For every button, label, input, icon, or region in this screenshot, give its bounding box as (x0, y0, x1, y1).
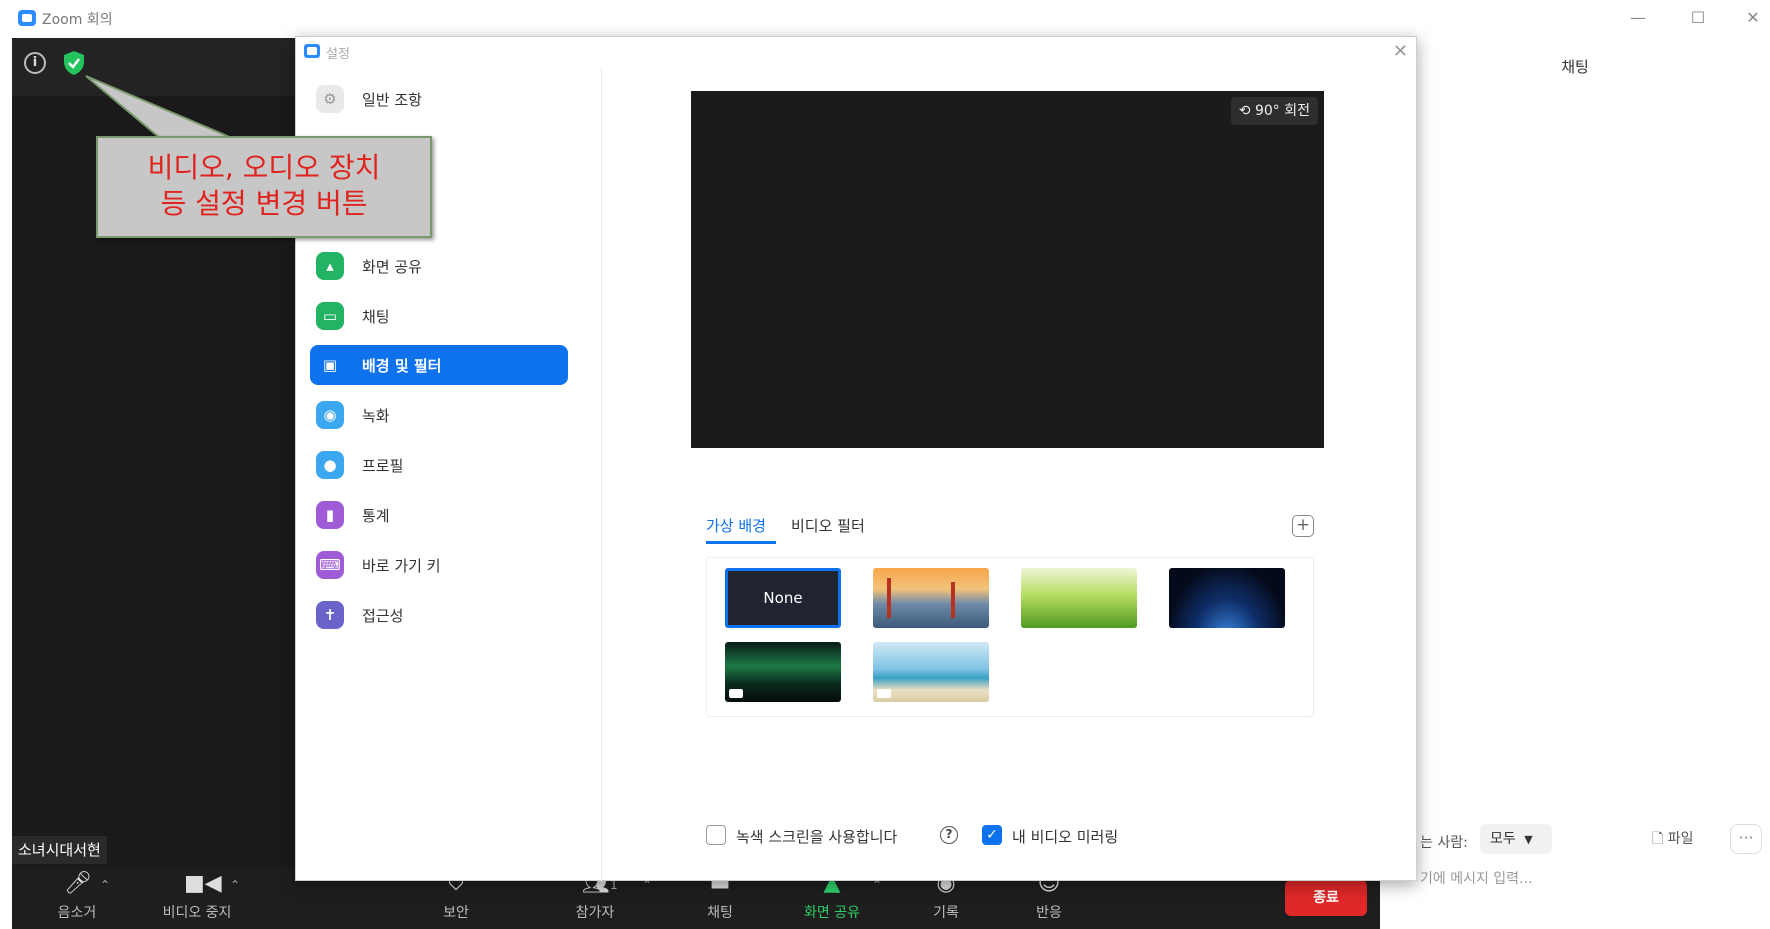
settings-callout: 비디오, 오디오 장치 등 설정 변경 버튼 (96, 136, 432, 238)
chat-file-button[interactable]: 🗋︎ 파일 (1652, 828, 1693, 852)
maximize-button[interactable]: ☐ (1683, 6, 1713, 30)
settings-title: 설정 (326, 47, 350, 62)
record-label: 기록 (933, 905, 959, 921)
video-background-icon (729, 689, 743, 698)
mirror-video-checkbox[interactable]: ✓ (982, 825, 1002, 845)
stop-video-label: 비디오 중지 (162, 905, 232, 921)
chat-recipient-label: 는 사람: (1420, 835, 1468, 851)
zoom-logo-icon (18, 10, 36, 26)
green-screen-label: 녹색 스크린을 사용합니다 (736, 828, 898, 846)
microphone-icon: 🎤︎ (64, 871, 92, 896)
meeting-info-icon[interactable]: i (24, 52, 46, 74)
nav-item-profile[interactable]: ● 프로필 (310, 445, 568, 485)
chat-message-input[interactable]: 기에 메시지 입력... (1420, 868, 1532, 888)
video-background-icon (877, 689, 891, 698)
reactions-label: 반응 (1036, 905, 1062, 921)
chat-file-label: 파일 (1667, 831, 1694, 847)
nav-item-label: 녹화 (362, 407, 390, 425)
statistics-icon: ▮ (316, 501, 344, 529)
video-preview: ⟲ 90° 회전 (691, 91, 1324, 448)
audio-options-caret-icon[interactable]: ⌃ (100, 878, 110, 892)
chat-panel-title: 채팅 (1561, 58, 1589, 76)
participants-label: 참가자 (575, 905, 615, 921)
background-thumb-golden-gate[interactable] (873, 568, 989, 628)
background-thumb-aurora[interactable] (725, 642, 841, 702)
window-titlebar: Zoom 회의 — ☐ ✕ (0, 0, 1770, 36)
file-icon: 🗋︎ (1652, 831, 1664, 847)
minimize-button[interactable]: — (1623, 6, 1653, 30)
add-background-button[interactable]: + (1292, 515, 1314, 537)
settings-dialog: 설정 ✕ ⚙ 일반 조항 ▴ 화면 공유 ▭ 채팅 ▣ 배경 및 필터 ◉ 녹화 (295, 36, 1418, 882)
share-screen-icon: ▴ (316, 252, 344, 280)
nav-divider (601, 67, 602, 882)
nav-item-shortcuts[interactable]: ⌨ 바로 가기 키 (310, 545, 568, 585)
close-window-button[interactable]: ✕ (1738, 6, 1768, 30)
chat-recipient-value: 모두 (1490, 831, 1516, 847)
tab-video-filters[interactable]: 비디오 필터 (791, 515, 865, 536)
share-screen-label: 화면 공유 (804, 905, 860, 921)
chat-icon: ▭ (316, 302, 344, 330)
mirror-video-option[interactable]: ✓ 내 비디오 미러링 (982, 823, 1182, 847)
help-icon[interactable]: ? (940, 826, 958, 844)
nav-item-label: 배경 및 필터 (362, 357, 442, 375)
mute-label: 음소거 (57, 905, 97, 921)
security-shield-icon[interactable] (62, 50, 86, 76)
window-title: Zoom 회의 (42, 12, 113, 28)
zoom-window: Zoom 회의 — ☐ ✕ i 소녀시대서현 🎤︎ 음소거 ⌃ ■◀ 비디오 중… (0, 0, 1770, 929)
chat-more-button[interactable]: ··· (1730, 824, 1762, 854)
background-thumb-grass[interactable] (1021, 568, 1137, 628)
nav-item-background-filters[interactable]: ▣ 배경 및 필터 (310, 345, 568, 385)
nav-item-statistics[interactable]: ▮ 통계 (310, 495, 568, 535)
security-label: 보안 (443, 905, 469, 921)
nav-item-share-screen[interactable]: ▴ 화면 공유 (310, 246, 568, 286)
nav-item-general[interactable]: ⚙ 일반 조항 (310, 79, 568, 119)
background-grid: None (706, 557, 1314, 717)
nav-item-label: 통계 (362, 507, 390, 525)
nav-item-accessibility[interactable]: ✝ 접근성 (310, 595, 568, 635)
tab-virtual-background[interactable]: 가상 배경 (706, 515, 766, 536)
nav-item-label: 화면 공유 (362, 258, 422, 276)
settings-close-button[interactable]: ✕ (1393, 41, 1408, 62)
nav-item-label: 프로필 (362, 457, 404, 475)
record-icon: ◉ (316, 401, 344, 429)
end-meeting-button[interactable]: 종료 (1285, 880, 1367, 916)
chevron-down-icon: ▼ (1524, 833, 1533, 846)
callout-line-2: 등 설정 변경 버튼 (160, 187, 368, 220)
nav-item-label: 접근성 (362, 607, 404, 625)
background-thumb-beach[interactable] (873, 642, 989, 702)
callout-line-1: 비디오, 오디오 장치 (147, 151, 381, 184)
nav-item-chat[interactable]: ▭ 채팅 (310, 296, 568, 336)
settings-titlebar: 설정 ✕ (296, 37, 1418, 67)
background-icon: ▣ (322, 356, 338, 374)
video-options-caret-icon[interactable]: ⌃ (230, 878, 240, 892)
mirror-video-label: 내 비디오 미러링 (1012, 828, 1119, 846)
participant-name-tag: 소녀시대서현 (12, 836, 107, 864)
nav-item-label: 채팅 (362, 308, 390, 326)
background-thumb-earth[interactable] (1169, 568, 1285, 628)
accessibility-icon: ✝ (316, 601, 344, 629)
nav-item-label: 일반 조항 (362, 91, 422, 109)
profile-icon: ● (316, 451, 344, 479)
rotate-90-button[interactable]: ⟲ 90° 회전 (1230, 97, 1318, 125)
nav-item-recording[interactable]: ◉ 녹화 (310, 395, 568, 435)
gear-icon: ⚙ (316, 85, 344, 113)
green-screen-checkbox[interactable] (706, 825, 726, 845)
chat-label: 채팅 (707, 905, 733, 921)
video-camera-icon: ■◀ (184, 871, 222, 896)
chat-recipient-select[interactable]: 모두 ▼ (1480, 824, 1552, 854)
chat-panel: 채팅 는 사람: 모두 ▼ 🗋︎ 파일 ··· 기에 메시지 입력... (1380, 36, 1770, 929)
stop-video-button[interactable]: ■◀ 비디오 중지 (142, 868, 252, 928)
green-screen-option[interactable]: 녹색 스크린을 사용합니다 ? (706, 823, 976, 847)
nav-item-label: 바로 가기 키 (362, 557, 441, 575)
zoom-logo-icon (304, 44, 320, 58)
keyboard-icon: ⌨ (316, 551, 344, 579)
active-tab-underline (706, 541, 776, 544)
mute-button[interactable]: 🎤︎ 음소거 (22, 868, 132, 928)
background-thumb-none[interactable]: None (725, 568, 841, 628)
